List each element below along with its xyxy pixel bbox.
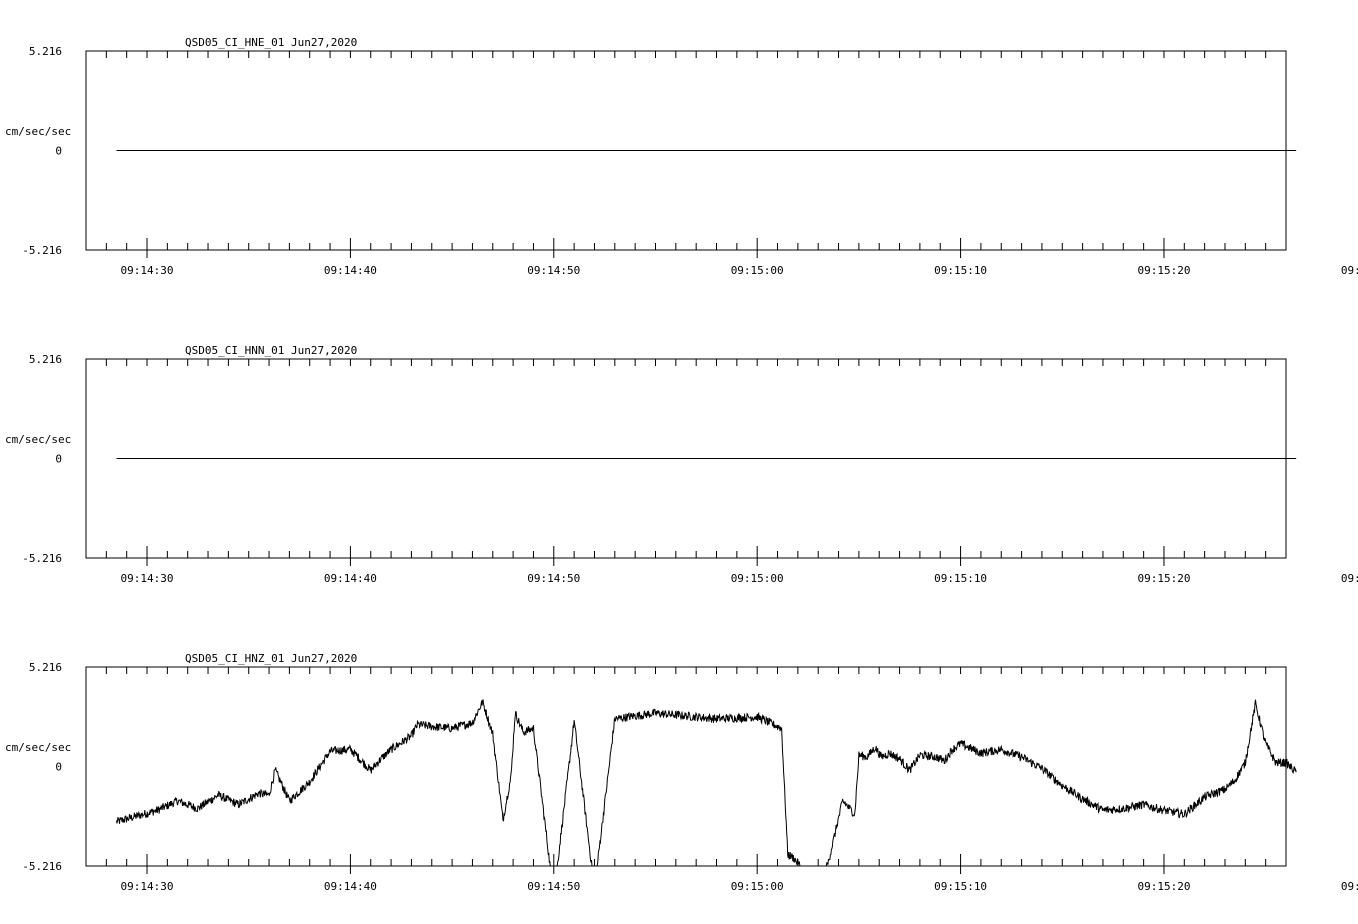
y-axis-label: cm/sec/sec bbox=[5, 741, 71, 754]
x-tick-label: 09:15:00 bbox=[731, 880, 784, 893]
y-tick-label: -5.216 bbox=[22, 552, 62, 565]
panel-2: QSD05_CI_HNN_01 Jun27,2020 5.216 0 -5.216 cm… bbox=[5, 344, 1358, 585]
x-tick-label: 09:15:30 bbox=[1341, 264, 1358, 277]
y-tick-label: 0 bbox=[55, 453, 62, 466]
panel-title: QSD05_CI_HNZ_01 Jun27,2020 bbox=[185, 652, 357, 665]
x-tick-label: 09:15:10 bbox=[934, 880, 987, 893]
x-tick-label: 09:14:50 bbox=[527, 572, 580, 585]
y-axis-label: cm/sec/sec bbox=[5, 433, 71, 446]
x-tick-label: 09:15:00 bbox=[731, 572, 784, 585]
panel-3: QSD05_CI_HNZ_01 Jun27,2020 5.216 0 -5.216 cm… bbox=[5, 652, 1358, 893]
x-tick-label: 09:15:20 bbox=[1137, 572, 1190, 585]
x-tick-label: 09:14:30 bbox=[121, 880, 174, 893]
x-tick-label: 09:14:50 bbox=[527, 880, 580, 893]
x-tick-label: 09:14:40 bbox=[324, 880, 377, 893]
x-tick-label: 09:14:40 bbox=[324, 264, 377, 277]
x-tick-label: 09:14:30 bbox=[121, 572, 174, 585]
x-tick-label: 09:14:40 bbox=[324, 572, 377, 585]
seismogram-figure: QSD05_CI_HNE_01 Jun27,2020 5.216 0 -5.216 cm… bbox=[5, 36, 1358, 893]
y-tick-label: 0 bbox=[55, 761, 62, 774]
panel-1: QSD05_CI_HNE_01 Jun27,2020 5.216 0 -5.216 cm… bbox=[5, 36, 1358, 277]
y-tick-label: 5.216 bbox=[29, 661, 62, 674]
x-tick-label: 09:15:30 bbox=[1341, 880, 1358, 893]
panel-title: QSD05_CI_HNE_01 Jun27,2020 bbox=[185, 36, 357, 49]
x-tick-label: 09:15:00 bbox=[731, 264, 784, 277]
x-tick-label: 09:15:10 bbox=[934, 572, 987, 585]
y-tick-label: -5.216 bbox=[22, 860, 62, 873]
panel-title: QSD05_CI_HNN_01 Jun27,2020 bbox=[185, 344, 357, 357]
x-tick-label: 09:15:20 bbox=[1137, 264, 1190, 277]
plot-frame bbox=[85, 666, 1287, 867]
y-tick-label: -5.216 bbox=[22, 244, 62, 257]
trace-line bbox=[116, 699, 1297, 867]
y-tick-label: 0 bbox=[55, 145, 62, 158]
y-tick-label: 5.216 bbox=[29, 45, 62, 58]
x-tick-label: 09:15:20 bbox=[1137, 880, 1190, 893]
x-tick-label: 09:14:50 bbox=[527, 264, 580, 277]
y-tick-label: 5.216 bbox=[29, 353, 62, 366]
x-tick-label: 09:14:30 bbox=[121, 264, 174, 277]
y-axis-label: cm/sec/sec bbox=[5, 125, 71, 138]
x-tick-label: 09:15:30 bbox=[1341, 572, 1358, 585]
x-tick-label: 09:15:10 bbox=[934, 264, 987, 277]
